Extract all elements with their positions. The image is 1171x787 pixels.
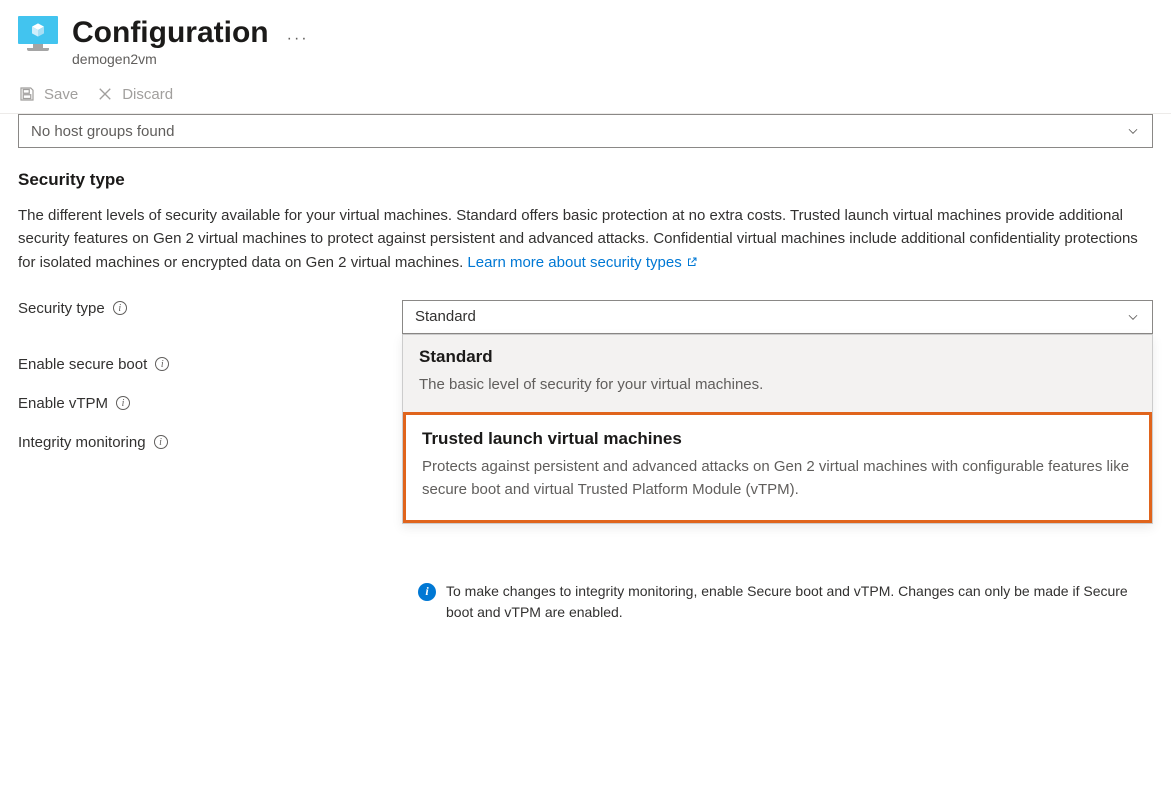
section-description: The different levels of security availab…: [18, 204, 1153, 274]
integrity-monitoring-label: Integrity monitoring i: [18, 434, 402, 451]
host-group-dropdown[interactable]: No host groups found: [18, 114, 1153, 148]
page-title: Configuration: [72, 16, 269, 49]
discard-button[interactable]: Discard: [96, 85, 173, 103]
info-icon[interactable]: i: [116, 396, 130, 410]
security-type-dropdown[interactable]: Standard: [402, 300, 1153, 334]
info-icon[interactable]: i: [113, 301, 127, 315]
security-type-options: Standard The basic level of security for…: [402, 334, 1153, 524]
external-link-icon: [686, 256, 698, 268]
resource-name: demogen2vm: [72, 51, 269, 67]
save-button[interactable]: Save: [18, 85, 78, 103]
enable-vtpm-label: Enable vTPM i: [18, 395, 402, 412]
info-badge-icon: i: [418, 583, 436, 601]
vm-resource-icon: [18, 16, 58, 54]
option-standard[interactable]: Standard The basic level of security for…: [403, 335, 1152, 412]
option-trusted-launch[interactable]: Trusted launch virtual machines Protects…: [403, 412, 1152, 523]
info-icon[interactable]: i: [155, 357, 169, 371]
more-actions-icon[interactable]: ···: [287, 30, 309, 48]
chevron-down-icon: [1126, 124, 1140, 138]
info-icon[interactable]: i: [154, 435, 168, 449]
integrity-info-callout: i To make changes to integrity monitorin…: [418, 581, 1153, 623]
section-title: Security type: [18, 170, 1153, 190]
chevron-down-icon: [1126, 310, 1140, 324]
security-type-label: Security type i: [18, 300, 402, 317]
save-icon: [18, 85, 36, 103]
close-icon: [96, 85, 114, 103]
enable-secure-boot-label: Enable secure boot i: [18, 356, 402, 373]
cube-icon: [30, 22, 46, 38]
learn-more-link[interactable]: Learn more about security types: [467, 251, 697, 274]
